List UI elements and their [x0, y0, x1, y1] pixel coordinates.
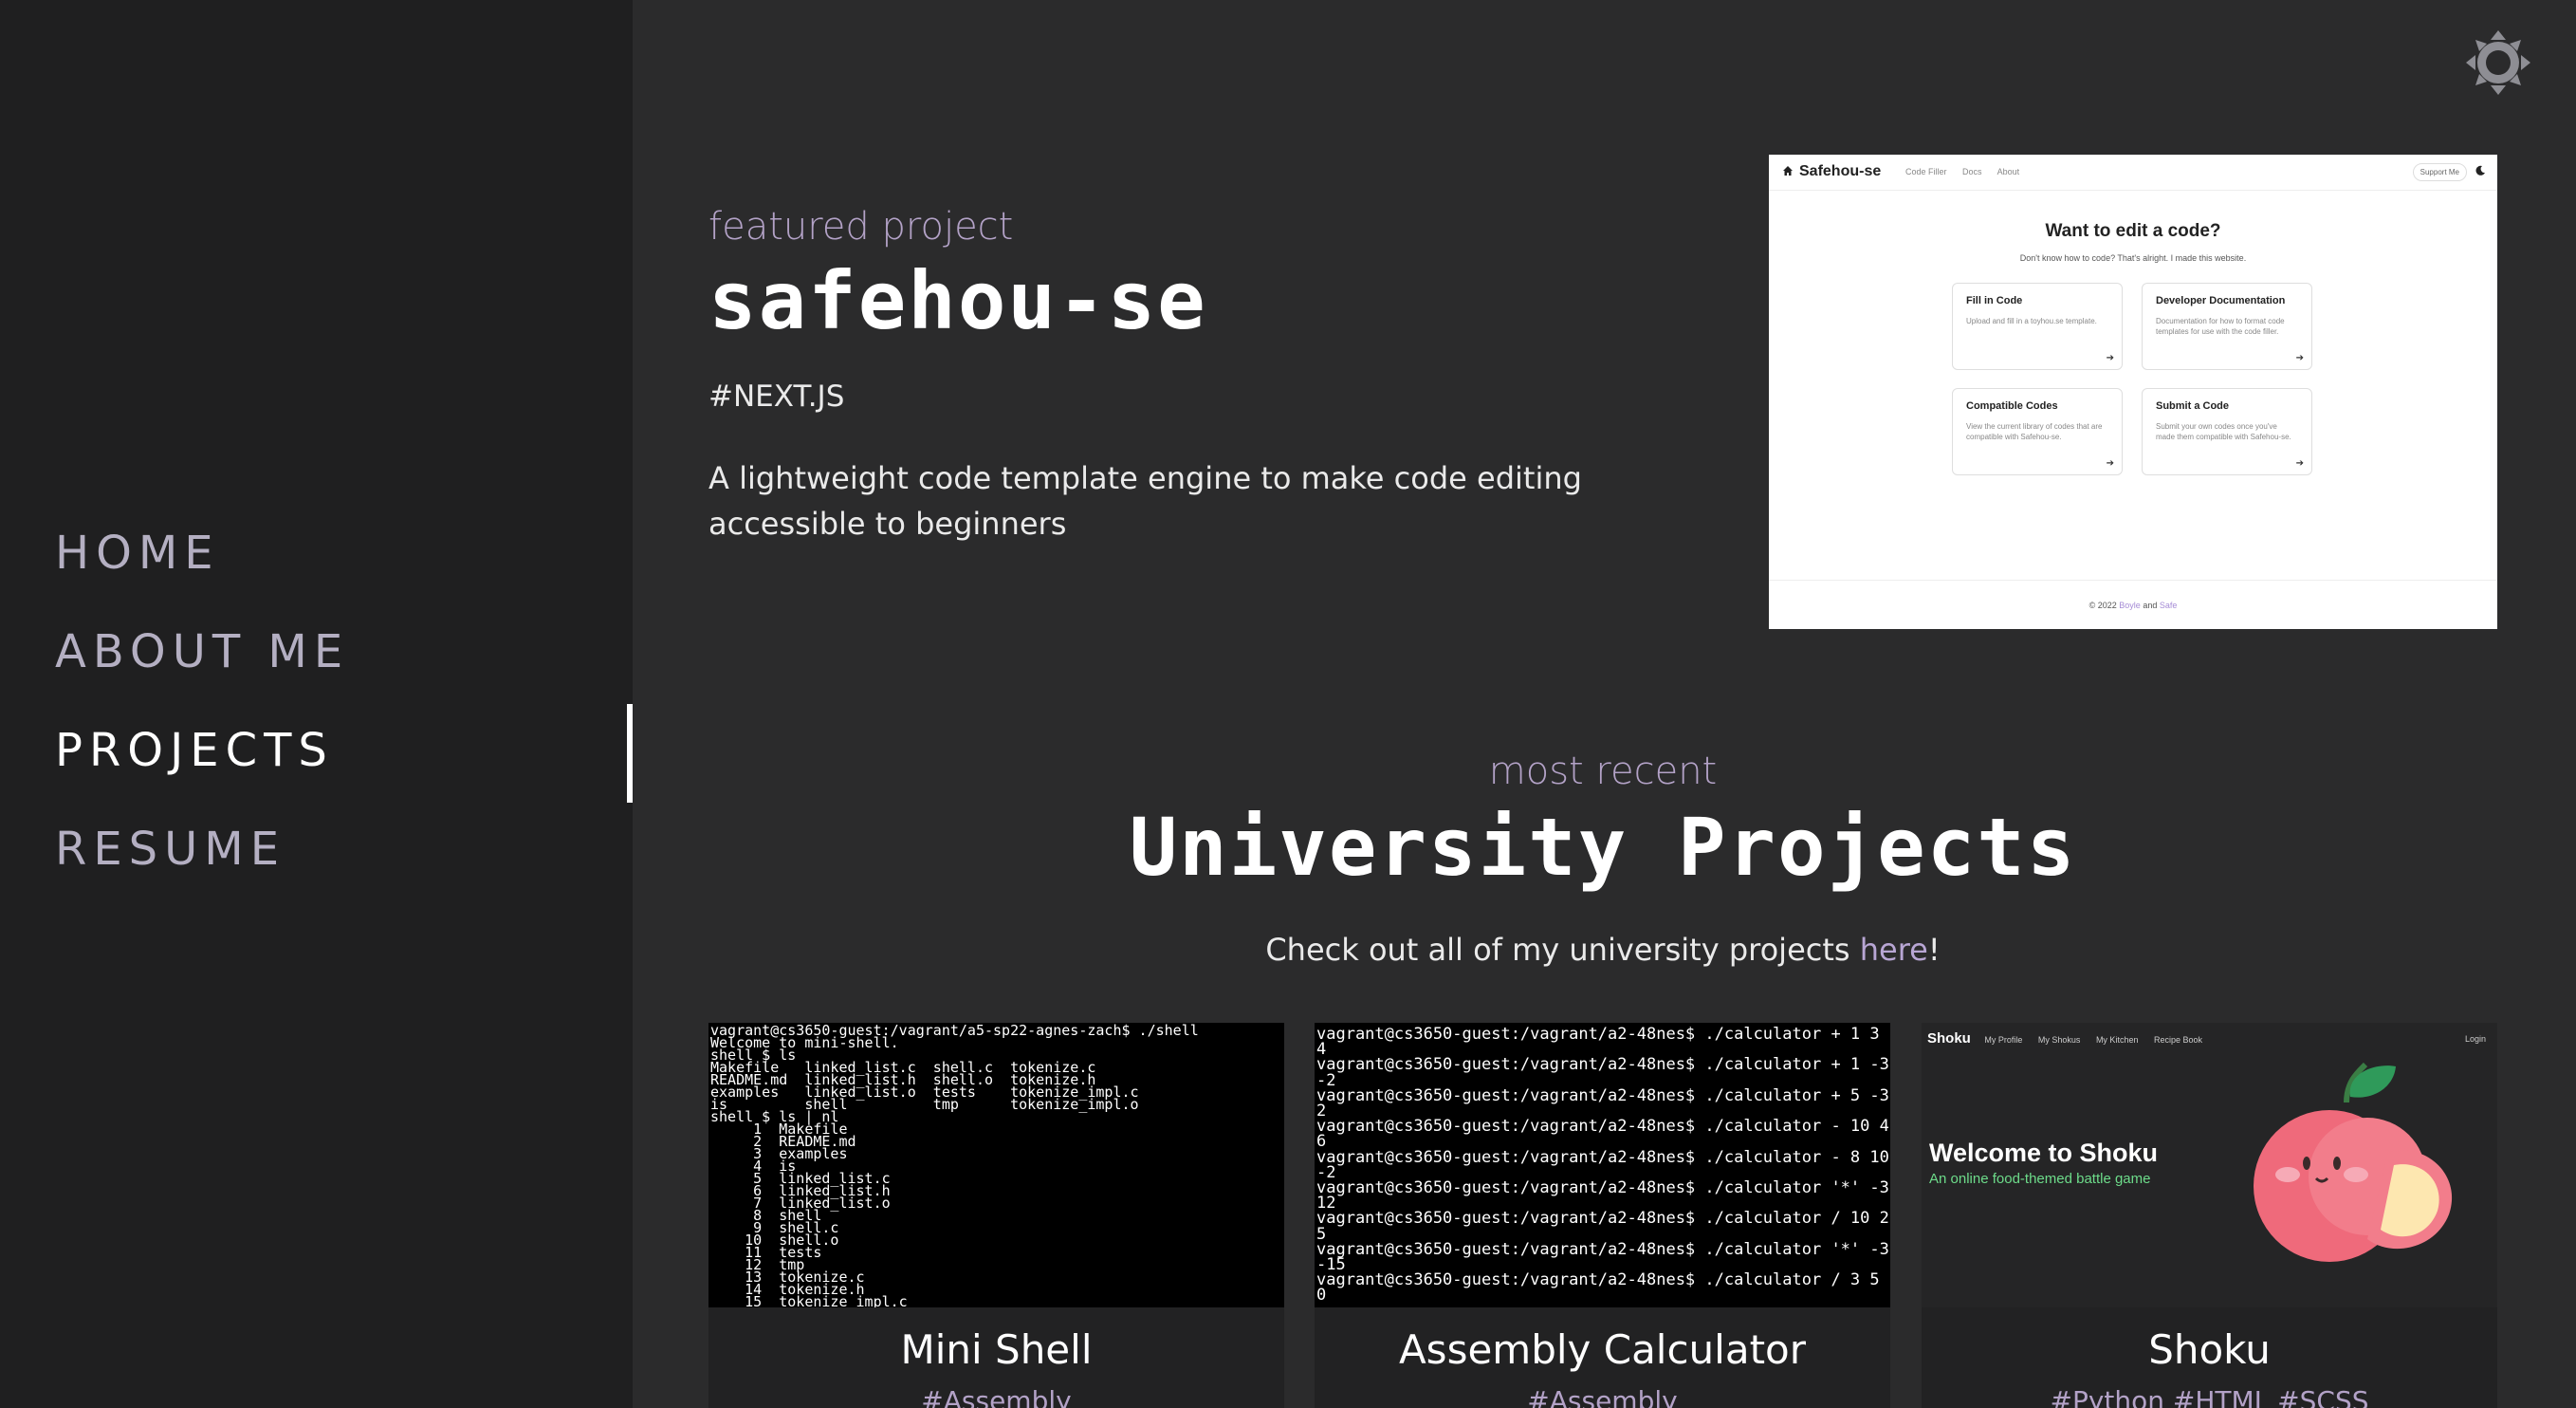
arrow-right-icon: ➔ — [2295, 353, 2304, 363]
nav-item-about-me[interactable]: ABOUT ME — [55, 619, 349, 717]
project-card-tags: #Python #HTML #SCSS — [2050, 1385, 2369, 1408]
screenshot-link: Code Filler — [1905, 167, 1947, 176]
project-card-image: Shoku My Profile My Shokus My Kitchen Re… — [1922, 1023, 2497, 1307]
recent-text-suffix: ! — [1927, 932, 1941, 968]
screenshot-card-title: Compatible Codes — [1966, 400, 2058, 412]
screenshot-links: Code Filler Docs About — [1905, 167, 2033, 176]
shoku-navbar: Shoku My Profile My Shokus My Kitchen Re… — [1927, 1030, 2492, 1047]
shoku-welcome-heading: Welcome to Shoku — [1929, 1139, 2159, 1167]
footer-and: and — [2143, 601, 2158, 610]
sun-icon — [2466, 30, 2530, 95]
sidebar: HOME ABOUT ME PROJECTS RESUME — [0, 0, 633, 1408]
screenshot-footer: © 2022 Boyle and Safe — [1769, 580, 2497, 629]
screenshot-link: About — [1996, 167, 2020, 176]
footer-copyright: © 2022 — [2088, 601, 2117, 610]
active-nav-indicator — [627, 704, 633, 803]
footer-name: Boyle — [2119, 601, 2141, 610]
shoku-tagline: An online food-themed battle game — [1929, 1171, 2151, 1187]
project-card-title: Assembly Calculator — [1398, 1326, 1807, 1373]
theme-toggle-button[interactable] — [2464, 28, 2532, 97]
arrow-right-icon: ➔ — [2295, 458, 2304, 469]
featured-project: featured project safehou-se #NEXT.JS A l… — [708, 205, 1733, 547]
project-card-image: vagrant@cs3650-guest:/vagrant/a2-48nes$ … — [1315, 1023, 1890, 1307]
apple-mascot-icon — [2254, 1063, 2453, 1262]
screenshot-card-title: Fill in Code — [1966, 295, 2023, 306]
shoku-nav-link: My Kitchen — [2095, 1035, 2139, 1045]
recent-eyebrow: most recent — [1488, 750, 1718, 793]
screenshot-heading: Want to edit a code? — [2045, 221, 2221, 241]
home-icon — [1783, 166, 1793, 176]
featured-project-tag: #NEXT.JS — [708, 380, 845, 414]
recent-text-prefix: Check out all of my university projects — [1265, 932, 1860, 968]
recent-description: Check out all of my university projects … — [708, 932, 2497, 968]
moon-icon — [2475, 165, 2485, 176]
screenshot-navbar: Safehou-se Code Filler Docs About Suppor… — [1769, 155, 2497, 191]
screenshot-subheading: Don't know how to code? That's alright. … — [2019, 253, 2247, 263]
screenshot-support-button: Support Me — [2412, 163, 2467, 181]
screenshot-card-title: Submit a Code — [2156, 400, 2230, 412]
project-card-shoku[interactable]: Shoku My Profile My Shokus My Kitchen Re… — [1922, 1023, 2497, 1408]
screenshot-link: Docs — [1962, 167, 1982, 176]
recent-section-title: University Projects — [1129, 801, 2077, 894]
project-card-mini-shell[interactable]: vagrant@cs3650-guest:/vagrant/a5-sp22-ag… — [708, 1023, 1284, 1408]
screenshot-card-body: View the current library of codes that a… — [1966, 422, 2103, 441]
project-card-image: vagrant@cs3650-guest:/vagrant/a5-sp22-ag… — [708, 1023, 1284, 1307]
featured-project-title[interactable]: safehou-se — [708, 254, 1733, 347]
screenshot-card: Fill in Code Upload and fill in a toyhou… — [1952, 283, 2123, 370]
shoku-nav-link: My Profile — [1984, 1035, 2023, 1045]
screenshot-card: Developer Documentation Documentation fo… — [2142, 283, 2312, 370]
screenshot-card-title: Developer Documentation — [2156, 295, 2286, 306]
screenshot-card-body: Submit your own codes once you've made t… — [2156, 422, 2291, 441]
shoku-login-link: Login — [2464, 1034, 2486, 1044]
screenshot-card: Submit a Code Submit your own codes once… — [2142, 388, 2312, 475]
terminal-output: vagrant@cs3650-guest:/vagrant/a5-sp22-ag… — [710, 1023, 1199, 1308]
nav-item-home[interactable]: HOME — [55, 520, 349, 619]
screenshot-card-body: Upload and fill in a toyhou.se template. — [1966, 317, 2097, 325]
arrow-right-icon: ➔ — [2106, 458, 2114, 469]
shoku-nav-link: Recipe Book — [2153, 1035, 2203, 1045]
university-projects-link[interactable]: here — [1860, 932, 1928, 968]
featured-project-screenshot[interactable]: Safehou-se Code Filler Docs About Suppor… — [1769, 155, 2497, 629]
featured-project-description: A lightweight code template engine to ma… — [708, 460, 1582, 542]
shoku-logo: Shoku — [1927, 1030, 1971, 1047]
featured-eyebrow: featured project — [708, 205, 1014, 249]
shoku-nav-link: My Shokus — [2037, 1035, 2081, 1045]
sidebar-nav: HOME ABOUT ME PROJECTS RESUME — [55, 520, 349, 915]
project-card-title: Mini Shell — [900, 1326, 1093, 1373]
nav-item-resume[interactable]: RESUME — [55, 816, 349, 915]
screenshot-card: Compatible Codes View the current librar… — [1952, 388, 2123, 475]
project-card-tags: #Assembly — [1527, 1385, 1678, 1408]
footer-name: Safe — [2159, 601, 2178, 610]
project-card-title: Shoku — [2148, 1326, 2271, 1373]
project-card-assembly-calculator[interactable]: vagrant@cs3650-guest:/vagrant/a2-48nes$ … — [1315, 1023, 1890, 1408]
terminal-output: vagrant@cs3650-guest:/vagrant/a2-48nes$ … — [1316, 1025, 1889, 1306]
arrow-right-icon: ➔ — [2106, 353, 2114, 363]
screenshot-brand: Safehou-se — [1799, 163, 1882, 179]
screenshot-card-body: Documentation for how to format code tem… — [2156, 317, 2285, 336]
recent-projects-section: most recent University Projects Check ou… — [708, 750, 2497, 968]
nav-item-projects[interactable]: PROJECTS — [55, 717, 349, 816]
project-card-tags: #Assembly — [921, 1385, 1072, 1408]
